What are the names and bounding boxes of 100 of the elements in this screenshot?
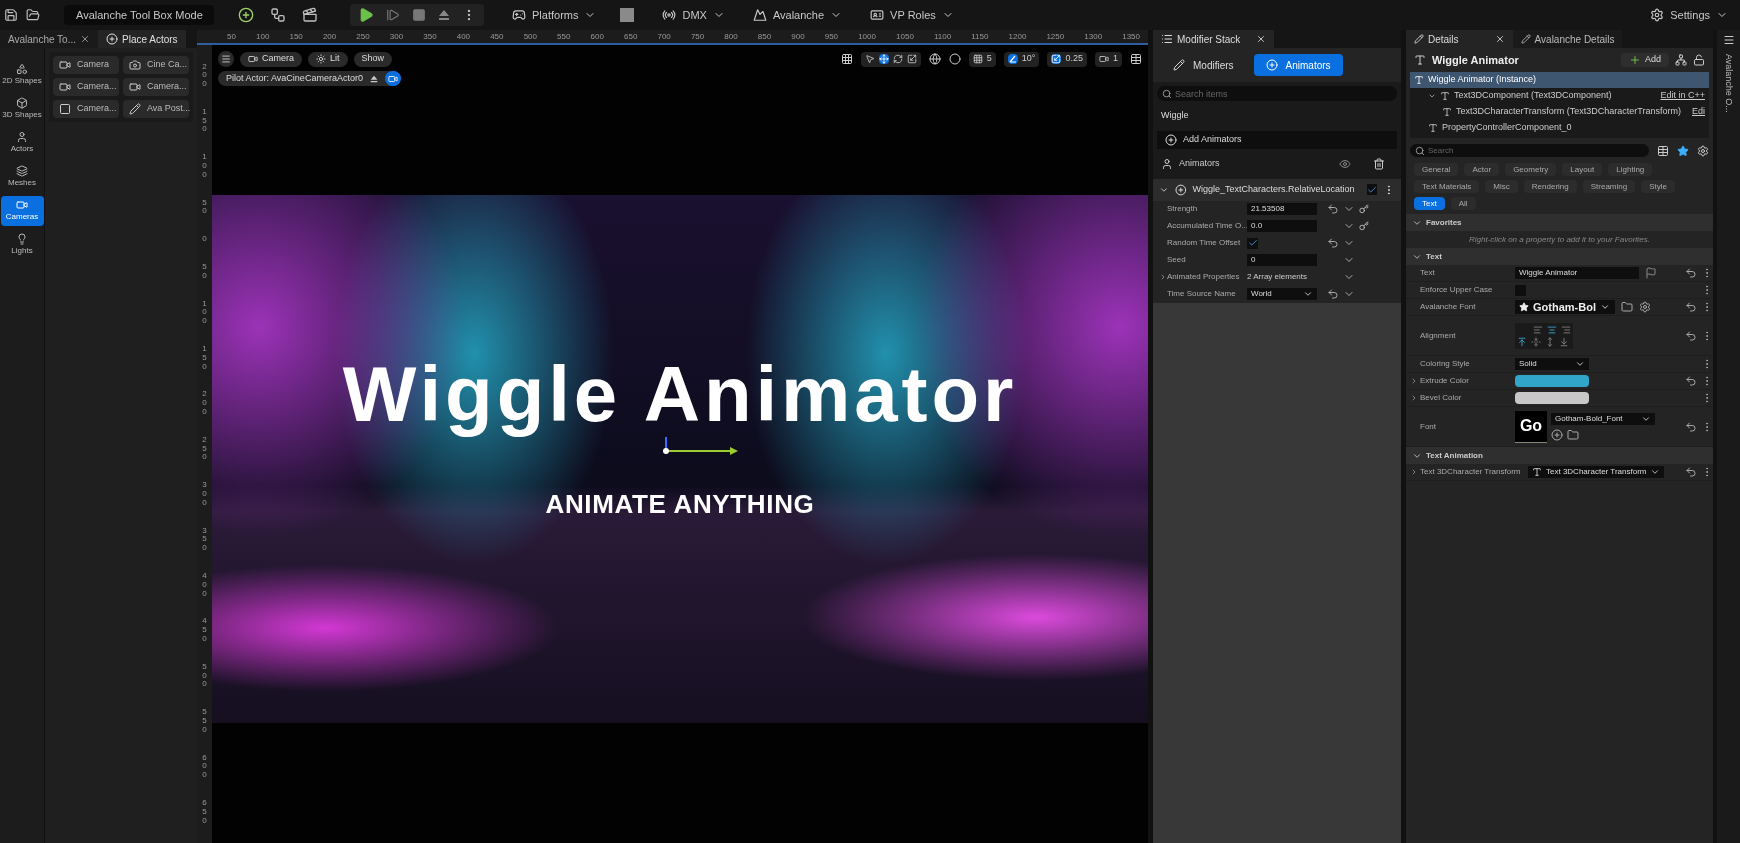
mode-selector[interactable]: Avalanche Tool Box Mode	[64, 5, 214, 25]
key-icon[interactable]	[1359, 221, 1369, 231]
viewport-button[interactable]: Show	[353, 51, 393, 67]
text-field[interactable]: Wiggle Animator	[1515, 267, 1639, 279]
actor-item[interactable]: Camera...	[123, 78, 189, 96]
menu-icon[interactable]	[1722, 34, 1735, 46]
filter-chip[interactable]: Misc	[1485, 180, 1518, 193]
reset-icon[interactable]	[1685, 420, 1697, 433]
filter-chip[interactable]: Text Materials	[1414, 180, 1480, 193]
rotation-snap[interactable]: 10°	[1003, 51, 1040, 67]
category-tab[interactable]: 2D Shapes	[0, 60, 44, 90]
actor-item[interactable]: Camera...	[53, 78, 119, 96]
add-animators-button[interactable]: Add Animators	[1157, 130, 1397, 149]
category-tab[interactable]: Actors	[0, 128, 44, 158]
grid-snap[interactable]: 5	[968, 51, 996, 67]
table-icon[interactable]	[1657, 144, 1669, 157]
dropdown[interactable]: Solid	[1515, 358, 1589, 370]
component-row[interactable]: Text3DCharacterTransform (Text3DCharacterTransform) Edi	[1410, 104, 1709, 120]
dropdown[interactable]: Text 3DCharacter Transform	[1528, 466, 1665, 478]
reset-icon[interactable]	[1327, 288, 1339, 300]
reset-icon[interactable]	[1327, 237, 1339, 249]
settings-icon[interactable]	[1639, 301, 1651, 313]
dropdown[interactable]: World	[1247, 288, 1317, 300]
lock-icon[interactable]	[1693, 54, 1705, 66]
viewport-button[interactable]: Camera	[240, 51, 302, 67]
reset-icon[interactable]	[1327, 203, 1339, 215]
eject-icon[interactable]	[438, 9, 450, 21]
panel-tab[interactable]: Avalanche To...	[0, 30, 98, 48]
save-icon[interactable]	[4, 8, 18, 22]
actor-item[interactable]: Cine Ca...	[123, 56, 189, 74]
clapperboard-icon[interactable]	[302, 7, 318, 23]
dropdown[interactable]: Gotham-Bold_Font	[1551, 412, 1655, 425]
circle-icon[interactable]	[948, 53, 961, 65]
filter-chip[interactable]: Rendering	[1523, 180, 1577, 193]
align-icon[interactable]	[1545, 336, 1555, 347]
panel-tab[interactable]: Place Actors	[98, 30, 186, 48]
component-row[interactable]: Text3DComponent (Text3DComponent) Edit in C++	[1410, 88, 1709, 104]
align-icon[interactable]	[1559, 336, 1569, 347]
component-row[interactable]: PropertyControllerComponent_0	[1410, 120, 1709, 136]
color-swatch[interactable]	[620, 8, 635, 22]
pointer-icon[interactable]	[864, 54, 875, 64]
filter-chip[interactable]: Geometry	[1505, 163, 1557, 176]
toolbar-menu[interactable]: DMX	[662, 6, 725, 24]
reset-icon[interactable]	[1685, 375, 1697, 387]
filter-chip[interactable]: Text	[1414, 197, 1445, 210]
category-tab[interactable]: Cameras	[0, 196, 44, 226]
reset-icon[interactable]	[1685, 301, 1697, 313]
section-header[interactable]: Text Animation	[1406, 447, 1713, 464]
layout-icon[interactable]	[1130, 53, 1142, 65]
category-tab[interactable]: Lights	[0, 230, 44, 260]
number-field[interactable]: 0	[1247, 254, 1317, 266]
filter-chip[interactable]: Streaming	[1582, 180, 1636, 193]
number-field[interactable]: 21.53508	[1247, 203, 1317, 215]
camera-toggle[interactable]	[384, 71, 401, 86]
actor-item[interactable]: Ava Post...	[123, 100, 189, 118]
scale-icon[interactable]	[906, 54, 917, 64]
play-icon[interactable]	[358, 7, 374, 23]
eject-icon[interactable]	[368, 73, 379, 84]
reset-icon[interactable]	[1685, 267, 1697, 279]
stop-icon[interactable]	[412, 8, 426, 22]
checkbox[interactable]	[1247, 237, 1258, 249]
camera-speed[interactable]: 1	[1095, 51, 1122, 67]
color-swatch[interactable]	[1515, 375, 1589, 387]
filter-chip[interactable]: All	[1450, 197, 1476, 210]
settings-button[interactable]: Settings	[1650, 6, 1728, 24]
filter-chip[interactable]: Lighting	[1608, 163, 1653, 176]
actor-item[interactable]: Camera...	[53, 100, 119, 118]
section-header[interactable]: Favorites	[1406, 214, 1713, 231]
color-swatch[interactable]	[1515, 392, 1589, 404]
favorites-icon[interactable]	[1677, 144, 1689, 157]
blueprint-icon[interactable]	[270, 7, 286, 23]
hierarchy-icon[interactable]	[1675, 54, 1687, 66]
font-picker[interactable]: Gotham-Bol	[1515, 300, 1615, 314]
grid-icon[interactable]	[840, 53, 853, 65]
actor-item[interactable]: Camera	[53, 56, 119, 74]
filter-chip[interactable]: General	[1414, 163, 1459, 176]
component-row[interactable]: Wiggle Animator (Instance)	[1410, 72, 1709, 88]
search-field[interactable]: Search	[1410, 144, 1649, 157]
delete-icon[interactable]	[1373, 157, 1385, 170]
mode-tab[interactable]: Modifiers	[1161, 54, 1246, 76]
folder-icon[interactable]	[1567, 428, 1579, 441]
toolbar-menu[interactable]: Avalanche	[752, 6, 843, 24]
move-icon[interactable]	[878, 54, 889, 64]
align-icon[interactable]	[1517, 336, 1527, 347]
edit-link[interactable]: Edit in C++	[1660, 89, 1709, 103]
viewport-button[interactable]: Lit	[308, 51, 348, 67]
category-tab[interactable]: 3D Shapes	[0, 94, 44, 124]
reset-icon[interactable]	[1685, 466, 1697, 478]
rotate-icon[interactable]	[892, 54, 903, 64]
align-icon[interactable]	[1531, 336, 1541, 347]
category-tab[interactable]: Meshes	[0, 162, 44, 192]
filter-chip[interactable]: Actor	[1464, 163, 1500, 176]
visibility-icon[interactable]	[1339, 157, 1351, 170]
toolbar-menu[interactable]: Platforms	[512, 6, 597, 24]
flag-icon[interactable]	[1645, 267, 1657, 279]
step-icon[interactable]	[386, 8, 400, 22]
toolbar-menu[interactable]: VP Roles	[870, 6, 954, 24]
key-icon[interactable]	[1359, 204, 1369, 214]
filter-chip[interactable]: Layout	[1562, 163, 1603, 176]
folder-icon[interactable]	[1621, 301, 1633, 313]
